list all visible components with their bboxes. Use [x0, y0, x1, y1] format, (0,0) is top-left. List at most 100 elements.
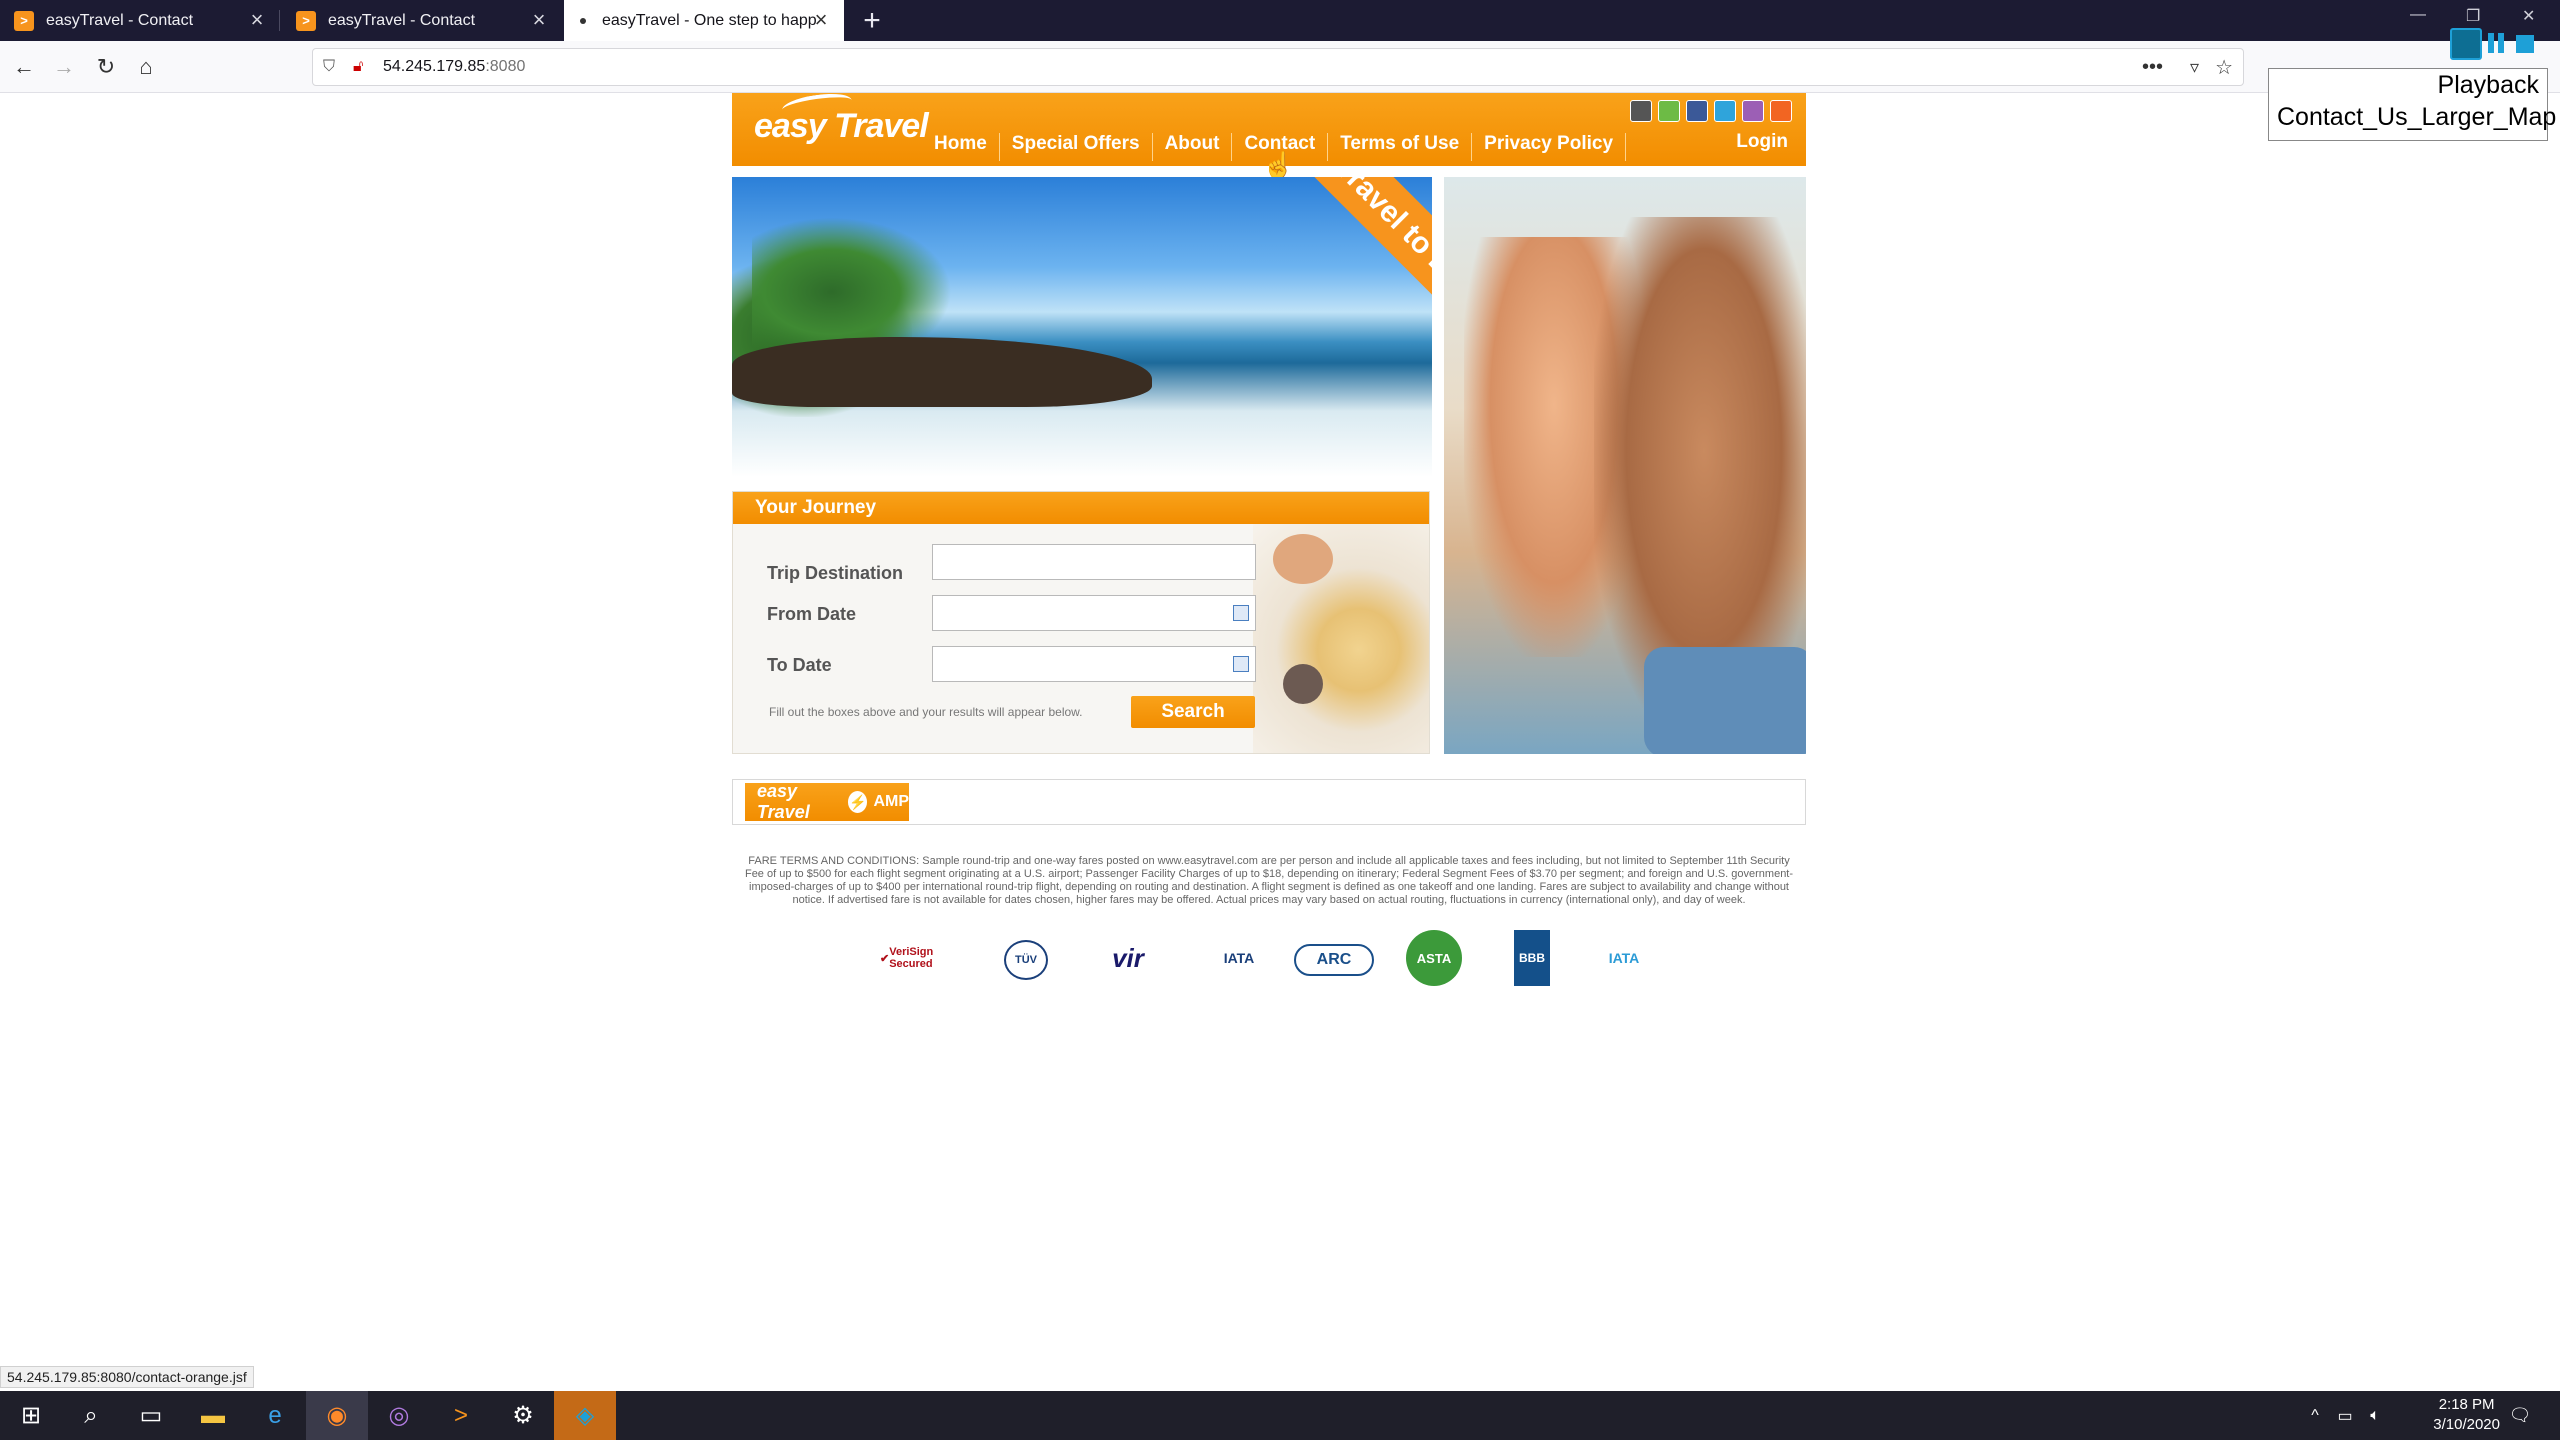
file-explorer-icon[interactable]: ▬	[182, 1391, 244, 1440]
url-text[interactable]: 54.245.179.85:8080	[383, 58, 525, 76]
tab-title: easyTravel - Contact	[46, 11, 194, 29]
vir-badge[interactable]: vir	[1078, 930, 1178, 986]
loading-dot-icon	[580, 17, 586, 24]
new-tab-button[interactable]: +	[852, 2, 892, 40]
calendar-icon[interactable]	[1233, 656, 1249, 672]
easytravel-logo[interactable]: easy Travel	[754, 90, 929, 146]
close-tab-icon[interactable]: ×	[246, 7, 268, 32]
bookmark-star-icon[interactable]: ☆	[2215, 55, 2233, 80]
lightning-bolt-icon: ⚡	[848, 791, 868, 813]
partner-badges: ✔ VeriSign Secured TÜV vir IATA ARC ASTA…	[880, 930, 1660, 988]
page-actions-menu-icon[interactable]: •••	[2142, 56, 2163, 79]
login-link[interactable]: Login	[1736, 131, 1788, 153]
menu-terms-of-use[interactable]: Terms of Use	[1328, 133, 1473, 161]
browser-nav-bar: ← → ↻ ⌂ ⛉ 🔓︎ 54.245.179.85:8080 ••• ▿ ☆	[0, 41, 2560, 93]
playback-panel: Playback Contact_Us_Larger_Map	[2268, 68, 2556, 141]
fare-terms-text: FARE TERMS AND CONDITIONS: Sample round-…	[744, 855, 1794, 906]
arc-badge[interactable]: ARC	[1294, 944, 1374, 976]
internet-explorer-icon[interactable]: e	[244, 1391, 306, 1440]
shell	[1283, 664, 1323, 704]
stop-icon[interactable]	[2516, 35, 2534, 53]
back-button[interactable]: ←	[8, 51, 40, 83]
to-date-input[interactable]	[932, 646, 1256, 682]
calendar-icon[interactable]	[1233, 605, 1249, 621]
twitter-icon[interactable]	[1714, 100, 1736, 122]
close-window-icon[interactable]: ✕	[2522, 6, 2535, 26]
menu-special-offers[interactable]: Special Offers	[1000, 133, 1153, 161]
camera-icon[interactable]	[1630, 100, 1652, 122]
your-journey-panel: Your Journey Trip Destination From Date …	[732, 491, 1430, 754]
task-view-icon[interactable]: ▭	[120, 1391, 182, 1440]
tab-1[interactable]: > easyTravel - Contact ×	[0, 0, 280, 41]
close-tab-icon[interactable]: ×	[810, 7, 832, 32]
network-icon[interactable]: ▭	[2330, 1391, 2360, 1440]
rss-icon[interactable]	[1770, 100, 1792, 122]
amp-bar: easy Travel ⚡ AMP	[732, 779, 1806, 825]
trip-destination-label: Trip Destination	[767, 563, 904, 583]
to-date-label: To Date	[767, 655, 832, 675]
browser-tab-bar: > easyTravel - Contact × > easyTravel - …	[0, 0, 2560, 41]
forward-button[interactable]: →	[48, 51, 80, 83]
settings-gear-icon[interactable]: ⚙	[492, 1391, 554, 1440]
facebook-icon[interactable]	[1686, 100, 1708, 122]
address-bar[interactable]: ⛉ 🔓︎ 54.245.179.85:8080 ••• ▿ ☆	[312, 48, 2244, 86]
insecure-lock-icon[interactable]: 🔓︎	[353, 58, 363, 76]
pocket-icon[interactable]: ▿	[2190, 57, 2199, 78]
github-icon[interactable]: ◎	[368, 1391, 430, 1440]
minimize-window-icon[interactable]: —	[2410, 6, 2426, 24]
shield-icon[interactable]: ⛉	[323, 58, 335, 76]
coast-rocks	[732, 337, 1152, 407]
easytravel-app-icon[interactable]: >	[430, 1391, 492, 1440]
restore-window-icon[interactable]: ❐	[2466, 6, 2480, 26]
verisign-badge[interactable]: ✔ VeriSign Secured	[880, 930, 960, 986]
hero-beach-image[interactable]: Travel to Beijing	[732, 177, 1432, 477]
home-button[interactable]: ⌂	[130, 51, 162, 83]
amp-logo-suffix: AMP	[873, 793, 909, 810]
social-icons	[1630, 100, 1792, 122]
tab-title: easyTravel - One step to happ	[602, 11, 817, 29]
recorder-app-icon[interactable]	[2450, 28, 2482, 60]
easytravel-favicon-icon: >	[14, 10, 34, 31]
close-tab-icon[interactable]: ×	[528, 7, 550, 32]
trip-destination-input[interactable]	[932, 544, 1256, 580]
tuv-badge[interactable]: TÜV	[1004, 940, 1048, 980]
tab-2[interactable]: > easyTravel - Contact ×	[282, 0, 562, 41]
clock-date: 3/10/2020	[2433, 1416, 2500, 1433]
shell	[1273, 534, 1333, 584]
easytravel-amp-logo[interactable]: easy Travel ⚡ AMP	[745, 781, 909, 822]
travel-to-beijing-banner[interactable]: Travel to Beijing	[1281, 177, 1432, 386]
notifications-icon[interactable]: 🗨︎	[2500, 1391, 2540, 1440]
playback-label: Playback	[2437, 71, 2539, 99]
from-date-label: From Date	[767, 604, 857, 624]
delicious-icon[interactable]	[1658, 100, 1680, 122]
tab-3-active[interactable]: easyTravel - One step to happ ×	[564, 0, 844, 41]
bbb-badge[interactable]: BBB	[1514, 930, 1550, 986]
iata-badge-2[interactable]: IATA	[1596, 930, 1652, 986]
windows-taskbar: ⊞ ⌕ ▭ ▬ e ◉ ◎ > ⚙ ◈ ^ ▭ 🔈︎ 2:18 PM 3/10/…	[0, 1391, 2560, 1440]
flickr-icon[interactable]	[1742, 100, 1764, 122]
search-icon[interactable]: ⌕	[60, 1391, 122, 1440]
search-button[interactable]: Search	[1131, 696, 1255, 728]
amp-logo-brand: easy Travel	[757, 781, 810, 822]
menu-privacy-policy[interactable]: Privacy Policy	[1472, 133, 1627, 161]
from-date-input[interactable]	[932, 595, 1256, 631]
volume-icon[interactable]: 🔈︎	[2360, 1391, 2390, 1440]
asta-badge[interactable]: ASTA	[1406, 930, 1462, 986]
start-button[interactable]: ⊞	[0, 1391, 62, 1440]
recorder-taskbar-icon[interactable]: ◈	[554, 1391, 616, 1440]
tab-separator	[279, 10, 280, 31]
status-url: 54.245.179.85:8080/contact-orange.jsf	[0, 1366, 254, 1388]
show-hidden-icons-icon[interactable]: ^	[2300, 1391, 2330, 1440]
logo-text: easy Travel	[754, 107, 929, 145]
playback-controls	[2450, 26, 2550, 62]
system-clock[interactable]: 2:18 PM 3/10/2020	[2433, 1395, 2500, 1435]
reload-button[interactable]: ↻	[90, 51, 122, 83]
easytravel-favicon-icon: >	[296, 10, 316, 31]
tab-title: easyTravel - Contact	[328, 11, 476, 29]
firefox-icon[interactable]: ◉	[306, 1391, 368, 1440]
iata-badge[interactable]: IATA	[1214, 930, 1264, 986]
seashells-image	[1253, 524, 1429, 753]
menu-home[interactable]: Home	[922, 133, 1000, 161]
menu-about[interactable]: About	[1153, 133, 1233, 161]
pause-icon[interactable]	[2488, 33, 2510, 55]
